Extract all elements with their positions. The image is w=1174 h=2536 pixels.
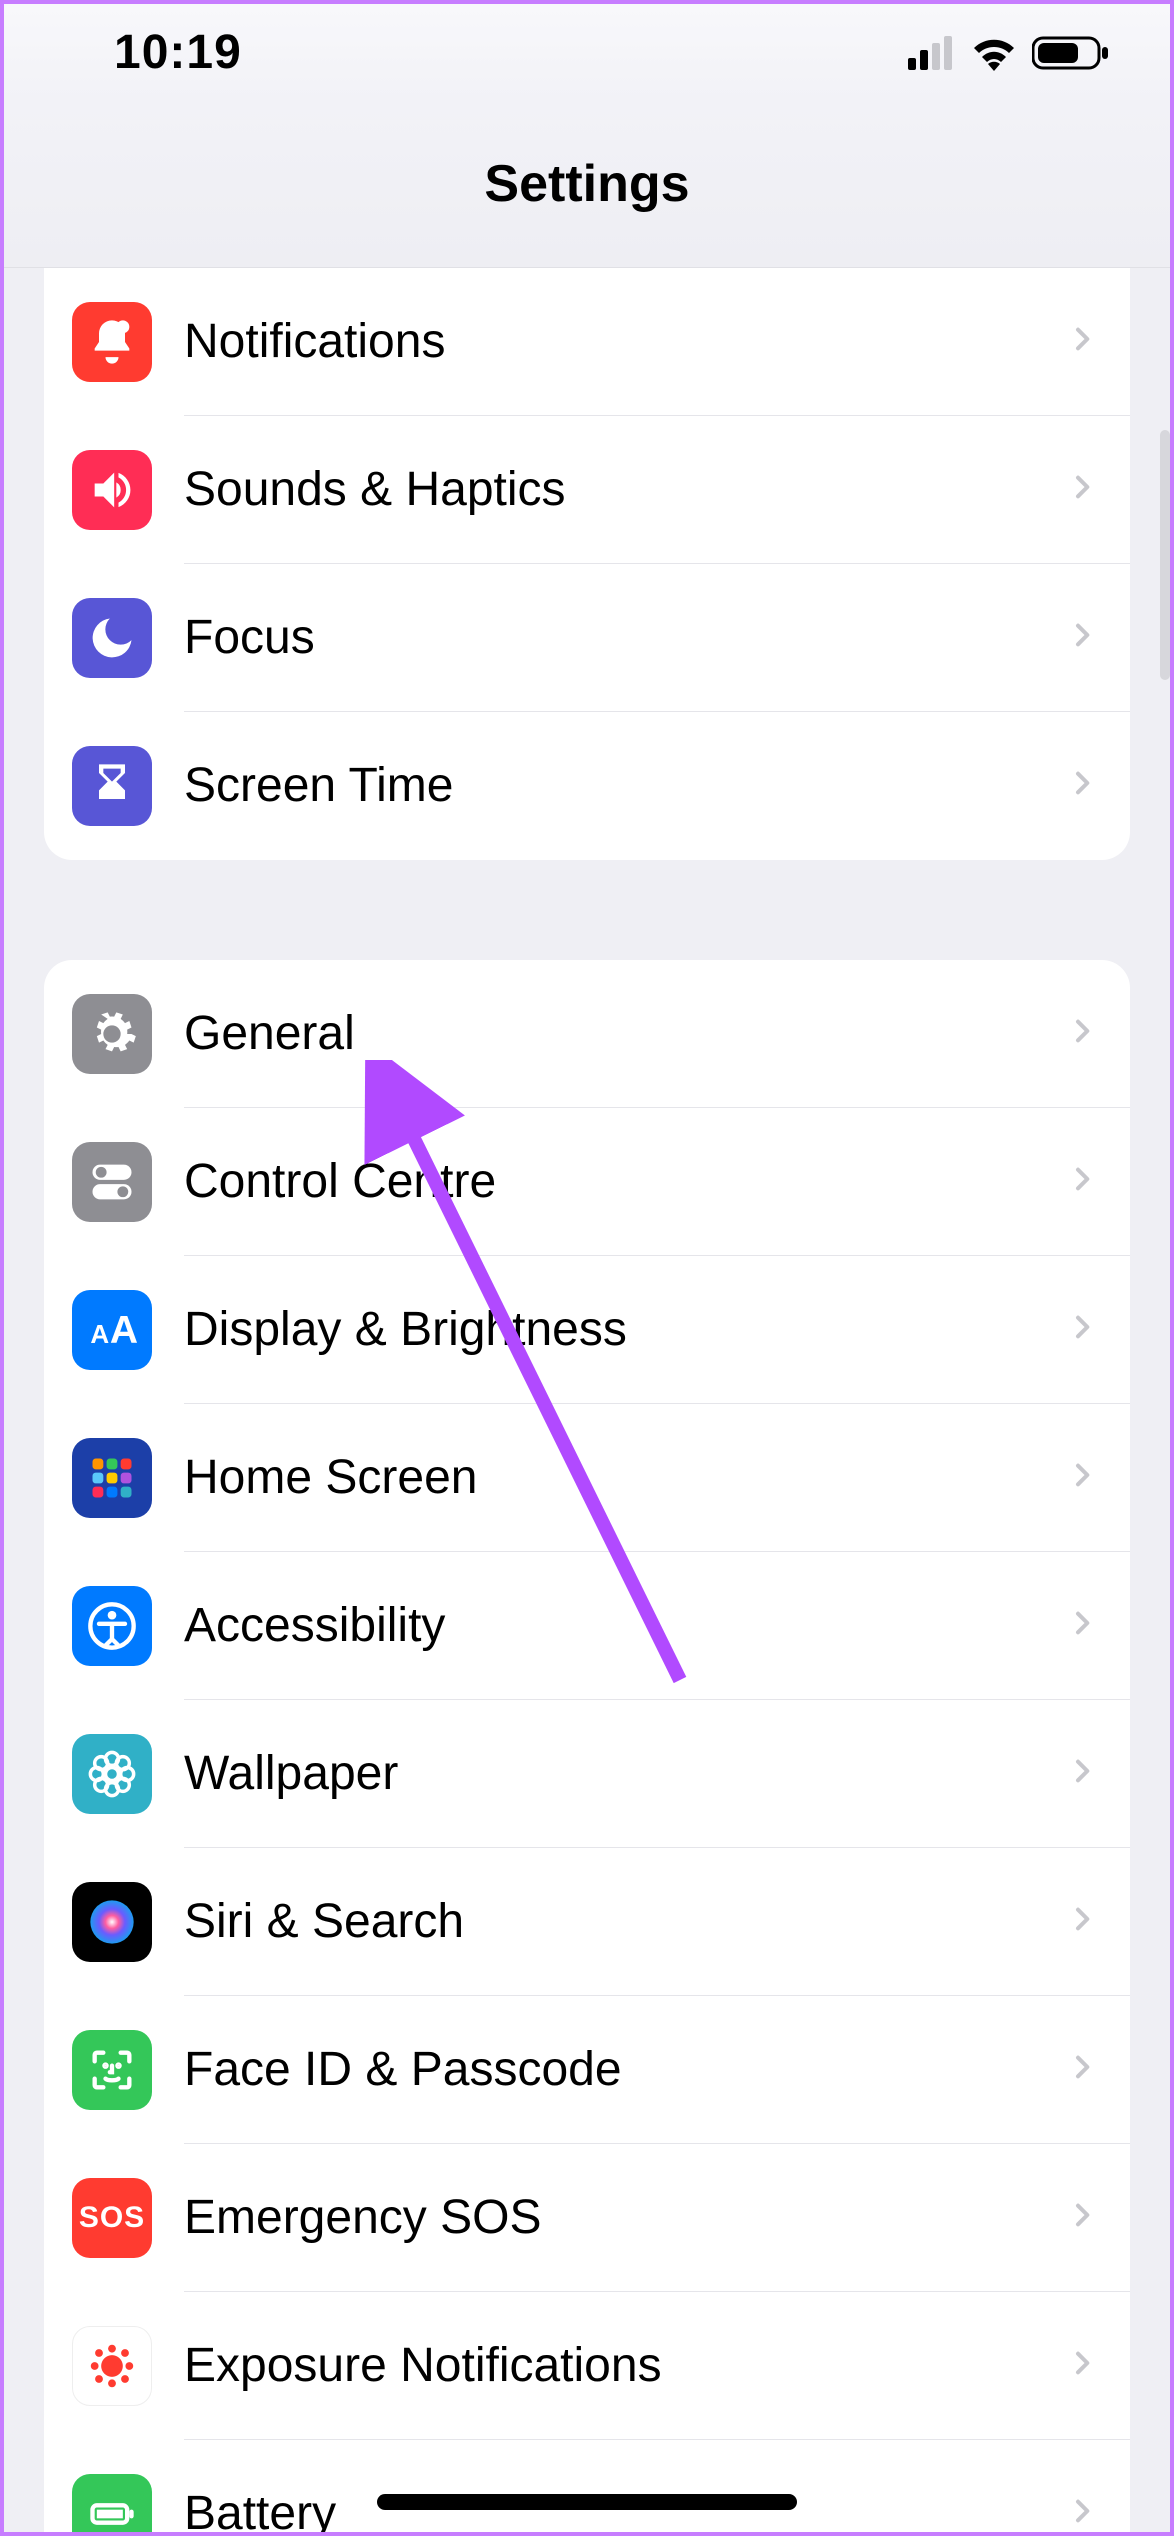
settings-row-battery[interactable]: Battery [44,2440,1130,2532]
row-label: Siri & Search [184,1894,464,1949]
chevron-right-icon [1066,1015,1098,1052]
row-label: Notifications [184,314,445,369]
clock: 10:19 [114,25,242,80]
navigation-bar: Settings [4,102,1170,268]
row-label: Accessibility [184,1598,445,1653]
battery-icon [72,2474,152,2532]
figure-icon [72,1586,152,1666]
settings-list[interactable]: Notifications Sounds & Haptics Focus Screen… [4,268,1170,2532]
gear-icon [72,994,152,1074]
app-grid-icon [72,1438,152,1518]
row-label: Focus [184,610,315,665]
page-title: Settings [484,154,689,214]
chevron-right-icon [1066,323,1098,360]
row-label: Screen Time [184,758,453,813]
settings-row-siri[interactable]: Siri & Search [44,1848,1130,1996]
bell-icon [72,302,152,382]
settings-row-homescreen[interactable]: Home Screen [44,1404,1130,1552]
row-label: Face ID & Passcode [184,2042,622,2097]
settings-row-screentime[interactable]: Screen Time [44,712,1130,860]
chevron-right-icon [1066,619,1098,656]
settings-row-general[interactable]: General [44,960,1130,1108]
chevron-right-icon [1066,1755,1098,1792]
chevron-right-icon [1066,2495,1098,2532]
virus-icon [72,2326,152,2406]
settings-row-wallpaper[interactable]: Wallpaper [44,1700,1130,1848]
row-label: Emergency SOS [184,2190,541,2245]
row-label: General [184,1006,355,1061]
chevron-right-icon [1066,2051,1098,2088]
settings-row-sos[interactable]: SOS Emergency SOS [44,2144,1130,2292]
row-label: Display & Brightness [184,1302,627,1357]
row-label: Sounds & Haptics [184,462,566,517]
sos-icon: SOS [72,2178,152,2258]
status-icons [908,35,1110,71]
settings-row-controlcentre[interactable]: Control Centre [44,1108,1130,1256]
row-label: Home Screen [184,1450,477,1505]
chevron-right-icon [1066,2347,1098,2384]
row-label: Exposure Notifications [184,2338,662,2393]
moon-icon [72,598,152,678]
settings-group-1: Notifications Sounds & Haptics Focus Screen… [44,268,1130,860]
settings-row-sounds[interactable]: Sounds & Haptics [44,416,1130,564]
flower-icon [72,1734,152,1814]
chevron-right-icon [1066,2199,1098,2236]
wifi-icon [970,35,1018,71]
chevron-right-icon [1066,767,1098,804]
text-size-icon [72,1290,152,1370]
hourglass-icon [72,746,152,826]
status-bar: 10:19 [4,4,1170,102]
chevron-right-icon [1066,1459,1098,1496]
settings-screen: 10:19 Settings Notifications Sounds & Hap… [4,4,1170,2532]
row-label: Battery [184,2486,336,2532]
home-indicator[interactable] [377,2494,797,2510]
chevron-right-icon [1066,471,1098,508]
chevron-right-icon [1066,1311,1098,1348]
settings-row-notifications[interactable]: Notifications [44,268,1130,416]
battery-icon [1032,35,1110,71]
switches-icon [72,1142,152,1222]
row-label: Wallpaper [184,1746,398,1801]
settings-row-focus[interactable]: Focus [44,564,1130,712]
chevron-right-icon [1066,1163,1098,1200]
settings-row-display[interactable]: Display & Brightness [44,1256,1130,1404]
speaker-icon [72,450,152,530]
face-icon [72,2030,152,2110]
row-label: Control Centre [184,1154,496,1209]
cellular-icon [908,36,956,70]
chevron-right-icon [1066,1903,1098,1940]
settings-row-faceid[interactable]: Face ID & Passcode [44,1996,1130,2144]
settings-group-2: General Control Centre Display & Brightnes… [44,960,1130,2532]
scroll-indicator [1160,430,1170,680]
settings-row-accessibility[interactable]: Accessibility [44,1552,1130,1700]
settings-row-exposure[interactable]: Exposure Notifications [44,2292,1130,2440]
siri-icon [72,1882,152,1962]
chevron-right-icon [1066,1607,1098,1644]
